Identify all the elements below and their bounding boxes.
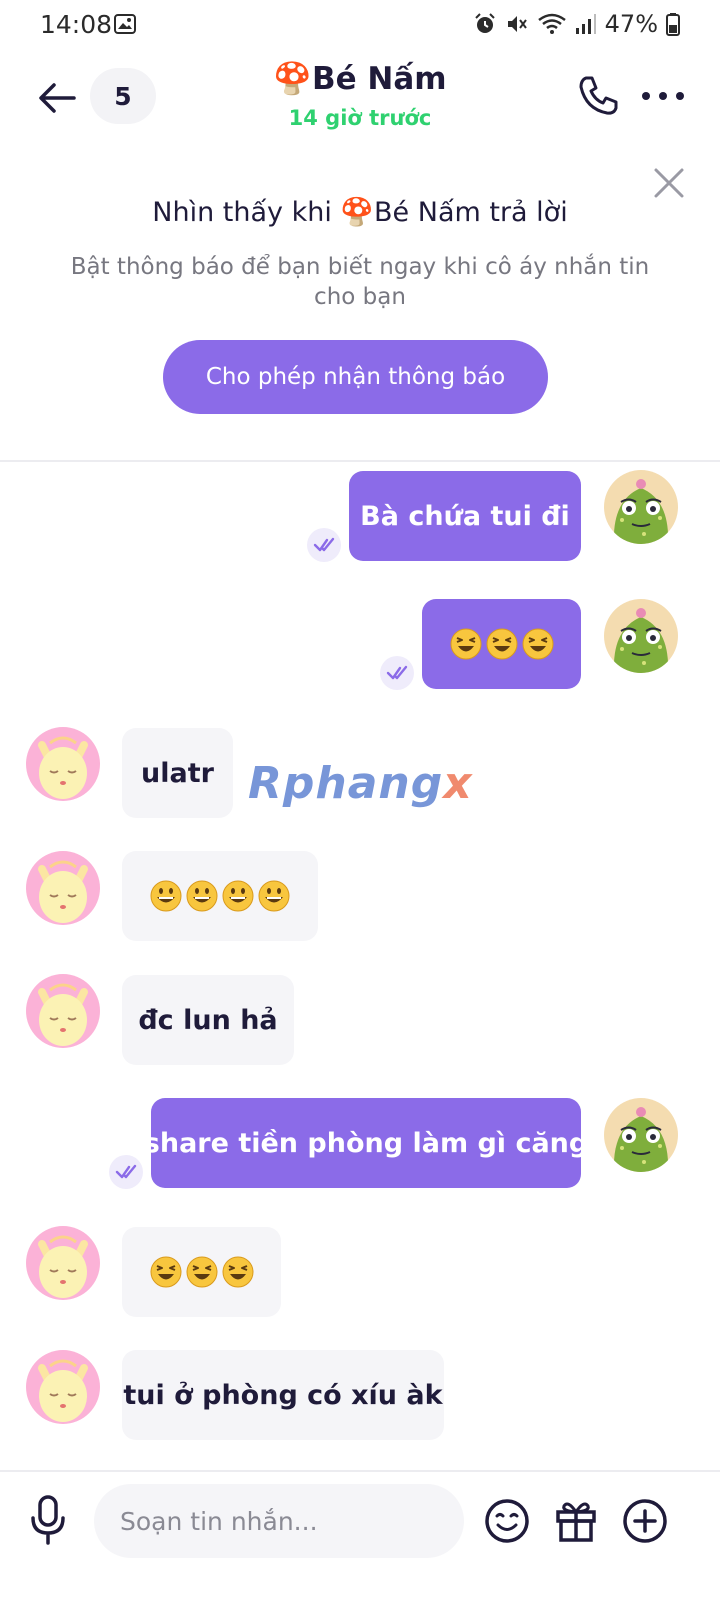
my-avatar[interactable] <box>604 1098 678 1172</box>
message-text: đc lun hả <box>138 1004 278 1036</box>
battery-percent: 47% <box>604 10 658 38</box>
message-text: share tiền phòng làm gì căng <box>143 1127 589 1159</box>
alarm-icon <box>474 13 495 33</box>
close-icon[interactable] <box>652 166 686 200</box>
status-time: 14:08 <box>40 10 113 39</box>
message-bubble-incoming[interactable] <box>122 1227 281 1317</box>
read-check-icon <box>307 528 341 562</box>
message-bubble-incoming[interactable] <box>122 851 318 941</box>
message-text: ulatr <box>141 757 214 789</box>
my-avatar[interactable] <box>604 470 678 544</box>
grinning-emoji <box>222 880 254 912</box>
notification-prompt-description: Bật thông báo để bạn biết ngay khi cô áy… <box>70 254 650 310</box>
contact-avatar[interactable] <box>26 974 100 1048</box>
wifi-icon <box>537 13 566 34</box>
laughing-emoji <box>522 628 554 660</box>
contact-avatar[interactable] <box>26 1226 100 1300</box>
gift-icon[interactable] <box>552 1496 600 1544</box>
laughing-emoji <box>150 1256 182 1288</box>
divider <box>0 460 720 462</box>
message-bubble-outgoing[interactable]: Bà chứa tui đi <box>349 471 581 561</box>
sticker-icon[interactable] <box>484 1498 530 1544</box>
allow-notifications-button[interactable]: Cho phép nhận thông báo <box>163 340 548 414</box>
gallery-notification-icon <box>114 14 136 34</box>
message-bubble-incoming[interactable]: đc lun hả <box>122 975 294 1065</box>
laughing-emoji <box>486 628 518 660</box>
message-bubble-outgoing[interactable]: share tiền phòng làm gì căng <box>144 1098 588 1188</box>
notification-prompt-title: Nhìn thấy khi 🍄Bé Nấm trả lời <box>152 197 568 228</box>
read-check-icon <box>380 656 414 690</box>
battery-icon <box>666 13 680 36</box>
signal-icon <box>575 14 596 34</box>
grinning-emoji <box>258 880 290 912</box>
plus-icon[interactable] <box>622 1498 668 1544</box>
laughing-emoji <box>186 1256 218 1288</box>
status-bar: 14:08 47% <box>0 0 720 52</box>
mic-icon[interactable] <box>28 1494 68 1546</box>
message-bubble-outgoing[interactable] <box>422 599 581 689</box>
watermark: Rphangx <box>248 758 473 809</box>
message-bubble-incoming[interactable]: tui ở phòng có xíu àk <box>122 1350 444 1440</box>
chat-header: 5 🍄Bé Nấm 14 giờ trước <box>0 52 720 148</box>
phone-icon[interactable] <box>574 72 622 120</box>
contact-avatar[interactable] <box>26 727 100 801</box>
grinning-emoji <box>150 880 182 912</box>
message-text: tui ở phòng có xíu àk <box>123 1379 443 1411</box>
watermark-main: Rphang <box>248 758 444 809</box>
message-composer <box>0 1470 720 1600</box>
status-icons: 47% <box>473 10 680 38</box>
more-icon[interactable] <box>638 72 688 120</box>
read-check-icon <box>109 1155 143 1189</box>
contact-avatar[interactable] <box>26 851 100 925</box>
message-text: Bà chứa tui đi <box>360 500 570 532</box>
message-bubble-incoming[interactable]: ulatr <box>122 728 233 818</box>
my-avatar[interactable] <box>604 599 678 673</box>
laughing-emoji <box>450 628 482 660</box>
message-input[interactable] <box>94 1484 464 1558</box>
grinning-emoji <box>186 880 218 912</box>
watermark-last-letter: x <box>443 758 473 809</box>
mute-icon <box>507 16 527 32</box>
contact-avatar[interactable] <box>26 1350 100 1424</box>
notification-prompt: Nhìn thấy khi 🍄Bé Nấm trả lời Bật thông … <box>0 148 720 460</box>
laughing-emoji <box>222 1256 254 1288</box>
